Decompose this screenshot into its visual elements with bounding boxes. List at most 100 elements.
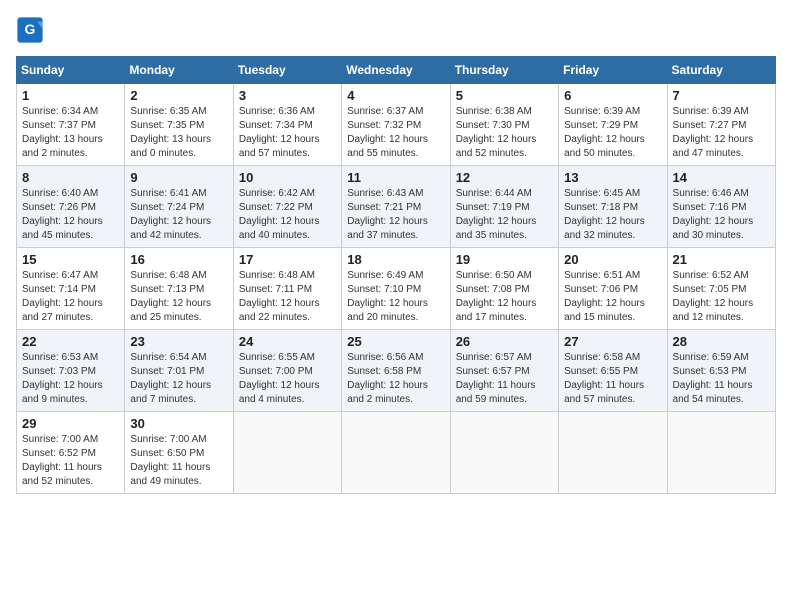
- column-header-tuesday: Tuesday: [233, 57, 341, 84]
- day-number: 21: [673, 252, 770, 267]
- logo-icon: G: [16, 16, 44, 44]
- calendar-cell: 13Sunrise: 6:45 AMSunset: 7:18 PMDayligh…: [559, 166, 667, 248]
- calendar-cell: 10 Sunrise: 6:42 AMSunset: 7:22 PMDayligh…: [233, 166, 341, 248]
- column-header-saturday: Saturday: [667, 57, 775, 84]
- calendar-cell: 28 Sunrise: 6:59 AMSunset: 6:53 PMDayligh…: [667, 330, 775, 412]
- day-info: Sunrise: 6:53 AMSunset: 7:03 PMDaylight:…: [22, 351, 119, 407]
- day-number: 14: [673, 170, 770, 185]
- calendar-cell: 30Sunrise: 7:00 AMSunset: 6:50 PMDayligh…: [125, 412, 233, 494]
- day-info: Sunrise: 6:34 AMSunset: 7:37 PMDaylight:…: [22, 105, 119, 161]
- day-info: Sunrise: 6:36 AMSunset: 7:34 PMDaylight:…: [239, 105, 336, 161]
- calendar-cell: [559, 412, 667, 494]
- day-number: 4: [347, 88, 444, 103]
- day-info: Sunrise: 6:55 AMSunset: 7:00 PMDaylight:…: [239, 351, 336, 407]
- day-number: 1: [22, 88, 119, 103]
- day-number: 10: [239, 170, 336, 185]
- day-number: 29: [22, 416, 119, 431]
- calendar-cell: 1 Sunrise: 6:34 AMSunset: 7:37 PMDaylight…: [17, 84, 125, 166]
- column-header-wednesday: Wednesday: [342, 57, 450, 84]
- day-number: 12: [456, 170, 553, 185]
- day-info: Sunrise: 6:39 AMSunset: 7:29 PMDaylight:…: [564, 105, 661, 161]
- calendar-week-row: 22 Sunrise: 6:53 AMSunset: 7:03 PMDayligh…: [17, 330, 776, 412]
- calendar-cell: 24 Sunrise: 6:55 AMSunset: 7:00 PMDayligh…: [233, 330, 341, 412]
- day-number: 18: [347, 252, 444, 267]
- day-number: 5: [456, 88, 553, 103]
- calendar-week-row: 1 Sunrise: 6:34 AMSunset: 7:37 PMDaylight…: [17, 84, 776, 166]
- calendar-cell: 25 Sunrise: 6:56 AMSunset: 6:58 PMDayligh…: [342, 330, 450, 412]
- calendar-cell: [342, 412, 450, 494]
- calendar-cell: 8 Sunrise: 6:40 AMSunset: 7:26 PMDaylight…: [17, 166, 125, 248]
- day-number: 8: [22, 170, 119, 185]
- calendar-cell: 11 Sunrise: 6:43 AMSunset: 7:21 PMDayligh…: [342, 166, 450, 248]
- day-info: Sunrise: 6:49 AMSunset: 7:10 PMDaylight:…: [347, 269, 444, 325]
- day-info: Sunrise: 6:46 AMSunset: 7:16 PMDaylight:…: [673, 187, 770, 243]
- day-number: 7: [673, 88, 770, 103]
- day-number: 19: [456, 252, 553, 267]
- calendar-week-row: 15 Sunrise: 6:47 AMSunset: 7:14 PMDayligh…: [17, 248, 776, 330]
- calendar-cell: [667, 412, 775, 494]
- calendar-cell: 18 Sunrise: 6:49 AMSunset: 7:10 PMDayligh…: [342, 248, 450, 330]
- day-info: Sunrise: 6:48 AMSunset: 7:11 PMDaylight:…: [239, 269, 336, 325]
- day-info: Sunrise: 6:52 AMSunset: 7:05 PMDaylight:…: [673, 269, 770, 325]
- calendar-week-row: 29 Sunrise: 7:00 AMSunset: 6:52 PMDayligh…: [17, 412, 776, 494]
- calendar-cell: 22 Sunrise: 6:53 AMSunset: 7:03 PMDayligh…: [17, 330, 125, 412]
- calendar-table: SundayMondayTuesdayWednesdayThursdayFrid…: [16, 56, 776, 494]
- day-number: 16: [130, 252, 227, 267]
- calendar-cell: 15 Sunrise: 6:47 AMSunset: 7:14 PMDayligh…: [17, 248, 125, 330]
- day-number: 24: [239, 334, 336, 349]
- calendar-cell: 21 Sunrise: 6:52 AMSunset: 7:05 PMDayligh…: [667, 248, 775, 330]
- calendar-cell: 2Sunrise: 6:35 AMSunset: 7:35 PMDaylight…: [125, 84, 233, 166]
- page-header: G: [16, 16, 776, 44]
- calendar-cell: 17 Sunrise: 6:48 AMSunset: 7:11 PMDayligh…: [233, 248, 341, 330]
- day-info: Sunrise: 6:47 AMSunset: 7:14 PMDaylight:…: [22, 269, 119, 325]
- calendar-cell: 16 Sunrise: 6:48 AMSunset: 7:13 PMDayligh…: [125, 248, 233, 330]
- day-info: Sunrise: 6:43 AMSunset: 7:21 PMDaylight:…: [347, 187, 444, 243]
- column-header-friday: Friday: [559, 57, 667, 84]
- calendar-week-row: 8 Sunrise: 6:40 AMSunset: 7:26 PMDaylight…: [17, 166, 776, 248]
- calendar-cell: 9 Sunrise: 6:41 AMSunset: 7:24 PMDaylight…: [125, 166, 233, 248]
- calendar-header-row: SundayMondayTuesdayWednesdayThursdayFrid…: [17, 57, 776, 84]
- day-number: 6: [564, 88, 661, 103]
- day-number: 15: [22, 252, 119, 267]
- day-info: Sunrise: 6:58 AMSunset: 6:55 PMDaylight:…: [564, 351, 661, 407]
- day-number: 28: [673, 334, 770, 349]
- calendar-cell: 6 Sunrise: 6:39 AMSunset: 7:29 PMDaylight…: [559, 84, 667, 166]
- calendar-cell: 4 Sunrise: 6:37 AMSunset: 7:32 PMDaylight…: [342, 84, 450, 166]
- day-number: 20: [564, 252, 661, 267]
- day-info: Sunrise: 6:38 AMSunset: 7:30 PMDaylight:…: [456, 105, 553, 161]
- calendar-cell: [233, 412, 341, 494]
- logo: G: [16, 16, 48, 44]
- day-info: Sunrise: 6:44 AMSunset: 7:19 PMDaylight:…: [456, 187, 553, 243]
- calendar-cell: 19 Sunrise: 6:50 AMSunset: 7:08 PMDayligh…: [450, 248, 558, 330]
- day-number: 23: [130, 334, 227, 349]
- calendar-cell: 29 Sunrise: 7:00 AMSunset: 6:52 PMDayligh…: [17, 412, 125, 494]
- day-info: Sunrise: 6:54 AMSunset: 7:01 PMDaylight:…: [130, 351, 227, 407]
- day-number: 9: [130, 170, 227, 185]
- day-info: Sunrise: 6:56 AMSunset: 6:58 PMDaylight:…: [347, 351, 444, 407]
- column-header-monday: Monday: [125, 57, 233, 84]
- svg-text:G: G: [25, 21, 36, 37]
- calendar-cell: 27Sunrise: 6:58 AMSunset: 6:55 PMDayligh…: [559, 330, 667, 412]
- column-header-sunday: Sunday: [17, 57, 125, 84]
- day-info: Sunrise: 6:37 AMSunset: 7:32 PMDaylight:…: [347, 105, 444, 161]
- day-number: 11: [347, 170, 444, 185]
- day-info: Sunrise: 6:48 AMSunset: 7:13 PMDaylight:…: [130, 269, 227, 325]
- calendar-cell: 3Sunrise: 6:36 AMSunset: 7:34 PMDaylight…: [233, 84, 341, 166]
- day-info: Sunrise: 6:51 AMSunset: 7:06 PMDaylight:…: [564, 269, 661, 325]
- day-info: Sunrise: 6:35 AMSunset: 7:35 PMDaylight:…: [130, 105, 227, 161]
- day-info: Sunrise: 6:40 AMSunset: 7:26 PMDaylight:…: [22, 187, 119, 243]
- day-number: 26: [456, 334, 553, 349]
- calendar-cell: 23 Sunrise: 6:54 AMSunset: 7:01 PMDayligh…: [125, 330, 233, 412]
- day-info: Sunrise: 6:42 AMSunset: 7:22 PMDaylight:…: [239, 187, 336, 243]
- day-number: 25: [347, 334, 444, 349]
- day-info: Sunrise: 7:00 AMSunset: 6:50 PMDaylight:…: [130, 433, 227, 489]
- day-info: Sunrise: 6:45 AMSunset: 7:18 PMDaylight:…: [564, 187, 661, 243]
- day-info: Sunrise: 6:59 AMSunset: 6:53 PMDaylight:…: [673, 351, 770, 407]
- day-number: 17: [239, 252, 336, 267]
- day-info: Sunrise: 6:57 AMSunset: 6:57 PMDaylight:…: [456, 351, 553, 407]
- day-info: Sunrise: 7:00 AMSunset: 6:52 PMDaylight:…: [22, 433, 119, 489]
- day-info: Sunrise: 6:50 AMSunset: 7:08 PMDaylight:…: [456, 269, 553, 325]
- column-header-thursday: Thursday: [450, 57, 558, 84]
- day-number: 22: [22, 334, 119, 349]
- day-info: Sunrise: 6:41 AMSunset: 7:24 PMDaylight:…: [130, 187, 227, 243]
